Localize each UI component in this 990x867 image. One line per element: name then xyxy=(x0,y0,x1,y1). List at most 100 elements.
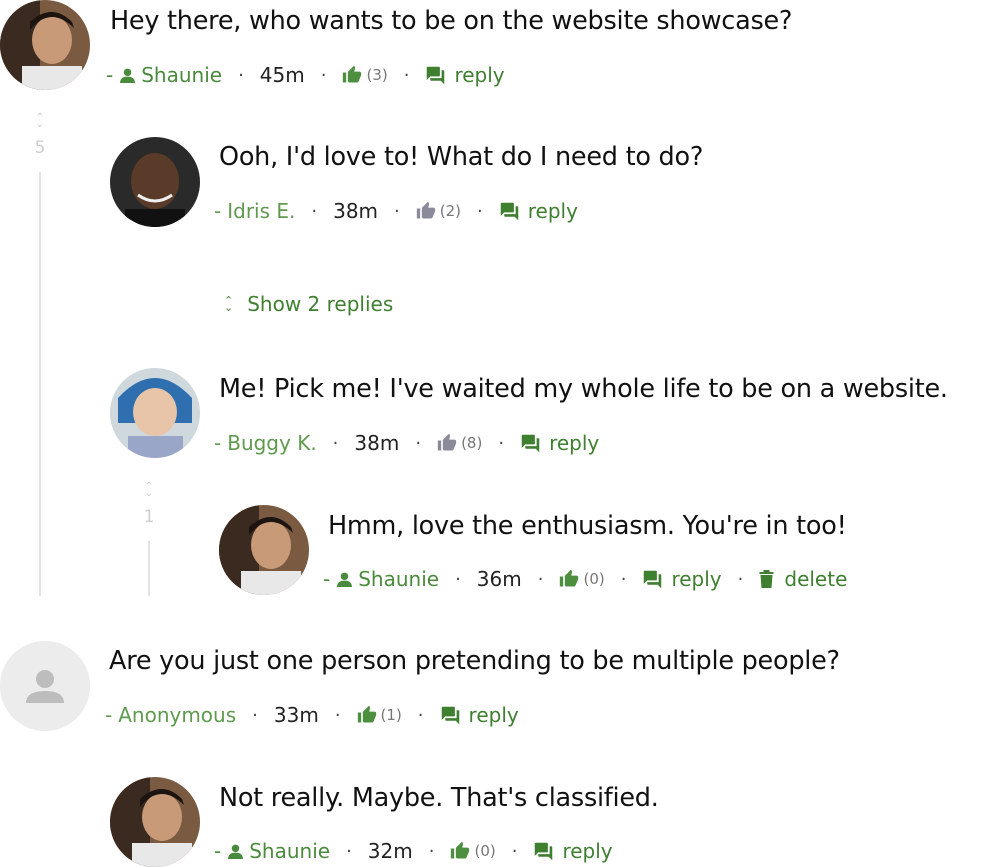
comment-text: Not really. Maybe. That's classified. xyxy=(219,783,659,813)
author-link[interactable]: - Shaunie xyxy=(323,567,439,591)
reply-label: reply xyxy=(671,567,722,591)
author-link[interactable]: - Shaunie xyxy=(106,63,222,87)
collapse-thread-toggle[interactable]: ⌃ ⌄ 1 xyxy=(141,481,157,528)
separator-dot: · xyxy=(537,568,544,590)
like-count: (8) xyxy=(461,434,483,452)
author-name: Shaunie xyxy=(141,63,223,87)
thread-line[interactable] xyxy=(39,172,41,596)
like-count: (0) xyxy=(583,570,605,588)
author-name: Shaunie xyxy=(358,567,440,591)
person-icon xyxy=(120,68,136,83)
reply-button[interactable]: reply xyxy=(499,199,578,223)
avatar[interactable] xyxy=(0,0,90,90)
reply-bubble-icon xyxy=(441,706,459,724)
like-count: (2) xyxy=(439,202,462,220)
reply-label: reply xyxy=(549,431,600,455)
trash-icon xyxy=(759,570,774,588)
separator-dot: · xyxy=(455,568,461,590)
collapse-thread-toggle[interactable]: ⌃ ⌄ 5 xyxy=(32,112,48,159)
separator-dot: · xyxy=(498,432,505,454)
delete-button[interactable]: delete xyxy=(759,567,847,591)
author-name: Shaunie xyxy=(249,839,331,863)
avatar[interactable] xyxy=(110,368,200,458)
thumbs-up-icon xyxy=(451,841,470,859)
comment-thread: ⌃ ⌄ 5 ⌃ ⌄ 1 Hey there, who wants to be on … xyxy=(0,0,990,867)
comment-text: Me! Pick me! I've waited my whole life t… xyxy=(219,374,948,404)
separator-dot: · xyxy=(417,704,424,726)
separator-dot: · xyxy=(511,840,518,862)
author-name: Buggy K. xyxy=(227,431,317,455)
reply-bubble-icon xyxy=(521,434,540,452)
separator-dot: · xyxy=(477,200,483,222)
like-button[interactable]: (0) xyxy=(450,841,496,861)
person-icon xyxy=(337,572,353,587)
like-count: (0) xyxy=(474,842,496,860)
separator-dot: · xyxy=(334,704,341,726)
comment-meta: - Shaunie · 36m · (0) · reply · delete xyxy=(323,565,847,593)
delete-label: delete xyxy=(784,567,848,591)
reply-bubble-icon xyxy=(644,570,662,588)
avatar[interactable] xyxy=(0,641,90,731)
author-name: Idris E. xyxy=(227,199,296,223)
author-link[interactable]: - Shaunie xyxy=(214,839,330,863)
author-link[interactable]: - Anonymous xyxy=(105,703,236,727)
separator-dot: · xyxy=(346,840,352,862)
separator-dot: · xyxy=(320,64,327,86)
comment-meta: - Anonymous · 33m · (1) · reply xyxy=(105,701,519,729)
avatar[interactable] xyxy=(110,777,200,867)
comment-text: Hmm, love the enthusiasm. You're in too! xyxy=(328,511,847,541)
thread-line[interactable] xyxy=(148,541,150,596)
like-button[interactable]: (8) xyxy=(437,433,482,453)
separator-dot: · xyxy=(311,200,318,222)
reply-label: reply xyxy=(454,63,505,87)
author-name: Anonymous xyxy=(118,703,237,727)
reply-bubble-icon xyxy=(500,202,519,220)
timestamp: 32m xyxy=(367,839,413,863)
collapse-chevrons-icon: ⌃ ⌄ xyxy=(35,112,45,130)
separator-dot: · xyxy=(620,568,627,590)
user-silhouette-icon xyxy=(0,641,90,731)
comment-meta: - Shaunie · 32m · (0) · reply xyxy=(214,837,613,865)
timestamp: 36m xyxy=(476,567,522,591)
thread-reply-count: 1 xyxy=(143,507,155,527)
like-button[interactable]: (3) xyxy=(342,65,388,85)
like-button[interactable]: (2) xyxy=(416,201,461,221)
separator-dot: · xyxy=(332,432,339,454)
thread-reply-count: 5 xyxy=(34,138,46,158)
comment-meta: - Idris E. · 38m · (2) · reply xyxy=(214,197,578,225)
separator-dot: · xyxy=(403,64,410,86)
collapse-chevrons-icon: ⌃ ⌄ xyxy=(144,481,154,499)
comment-text: Are you just one person pretending to be… xyxy=(109,646,840,676)
thumbs-up-icon xyxy=(437,433,457,451)
show-replies-button[interactable]: ⌃ ⌄ Show 2 replies xyxy=(224,292,393,316)
reply-bubble-icon xyxy=(427,66,445,84)
separator-dot: · xyxy=(428,840,435,862)
show-replies-label: Show 2 replies xyxy=(247,292,394,316)
author-link[interactable]: - Idris E. xyxy=(214,199,295,223)
timestamp: 38m xyxy=(354,431,400,455)
comment-meta: - Buggy K. · 38m · (8) · reply xyxy=(214,429,599,457)
reply-label: reply xyxy=(527,199,578,223)
reply-label: reply xyxy=(562,839,613,863)
expand-chevrons-icon: ⌃ ⌄ xyxy=(224,294,234,314)
separator-dot: · xyxy=(737,568,744,590)
reply-button[interactable]: reply xyxy=(533,839,613,863)
separator-dot: · xyxy=(415,432,422,454)
separator-dot: · xyxy=(252,704,258,726)
like-count: (3) xyxy=(366,66,388,84)
avatar[interactable] xyxy=(219,505,309,595)
reply-button[interactable]: reply xyxy=(642,567,722,591)
person-icon xyxy=(228,844,244,859)
thumbs-up-icon xyxy=(416,201,435,219)
like-button[interactable]: (0) xyxy=(559,569,605,589)
like-button[interactable]: (1) xyxy=(357,705,402,725)
reply-button[interactable]: reply xyxy=(520,431,599,455)
separator-dot: · xyxy=(238,64,244,86)
author-link[interactable]: - Buggy K. xyxy=(214,431,317,455)
thumbs-up-icon xyxy=(560,569,579,587)
reply-button[interactable]: reply xyxy=(425,63,505,87)
reply-button[interactable]: reply xyxy=(440,703,519,727)
avatar[interactable] xyxy=(110,137,200,227)
like-count: (1) xyxy=(380,706,402,724)
comment-text: Hey there, who wants to be on the websit… xyxy=(110,6,793,36)
